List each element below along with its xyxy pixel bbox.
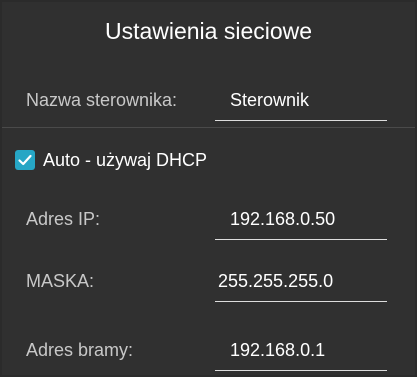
network-settings-panel: Ustawienia sieciowe Nazwa sterownika: St… (2, 2, 415, 375)
controller-name-value[interactable]: Sterownik (230, 90, 309, 111)
controller-name-underline (215, 120, 387, 121)
gateway-label: Adres bramy: (26, 340, 134, 360)
dhcp-checkbox-label: Auto - używaj DHCP (43, 149, 208, 170)
controller-name-label: Nazwa sterownika: (26, 90, 178, 110)
dhcp-checkbox-row[interactable]: Auto - używaj DHCP (15, 148, 207, 172)
ip-address-value[interactable]: 192.168.0.50 (230, 209, 335, 230)
page-title: Ustawienia sieciowe (104, 18, 313, 44)
section-divider (2, 127, 415, 128)
mask-value[interactable]: 255.255.255.0 (218, 271, 333, 292)
ip-address-label: Adres IP: (26, 209, 101, 229)
gateway-underline (215, 370, 387, 371)
dhcp-checkbox[interactable] (15, 150, 35, 170)
checkmark-icon (18, 154, 32, 166)
mask-underline (215, 301, 387, 302)
gateway-value[interactable]: 192.168.0.1 (230, 340, 325, 361)
ip-address-underline (215, 239, 387, 240)
mask-label: MASKA: (26, 271, 95, 291)
